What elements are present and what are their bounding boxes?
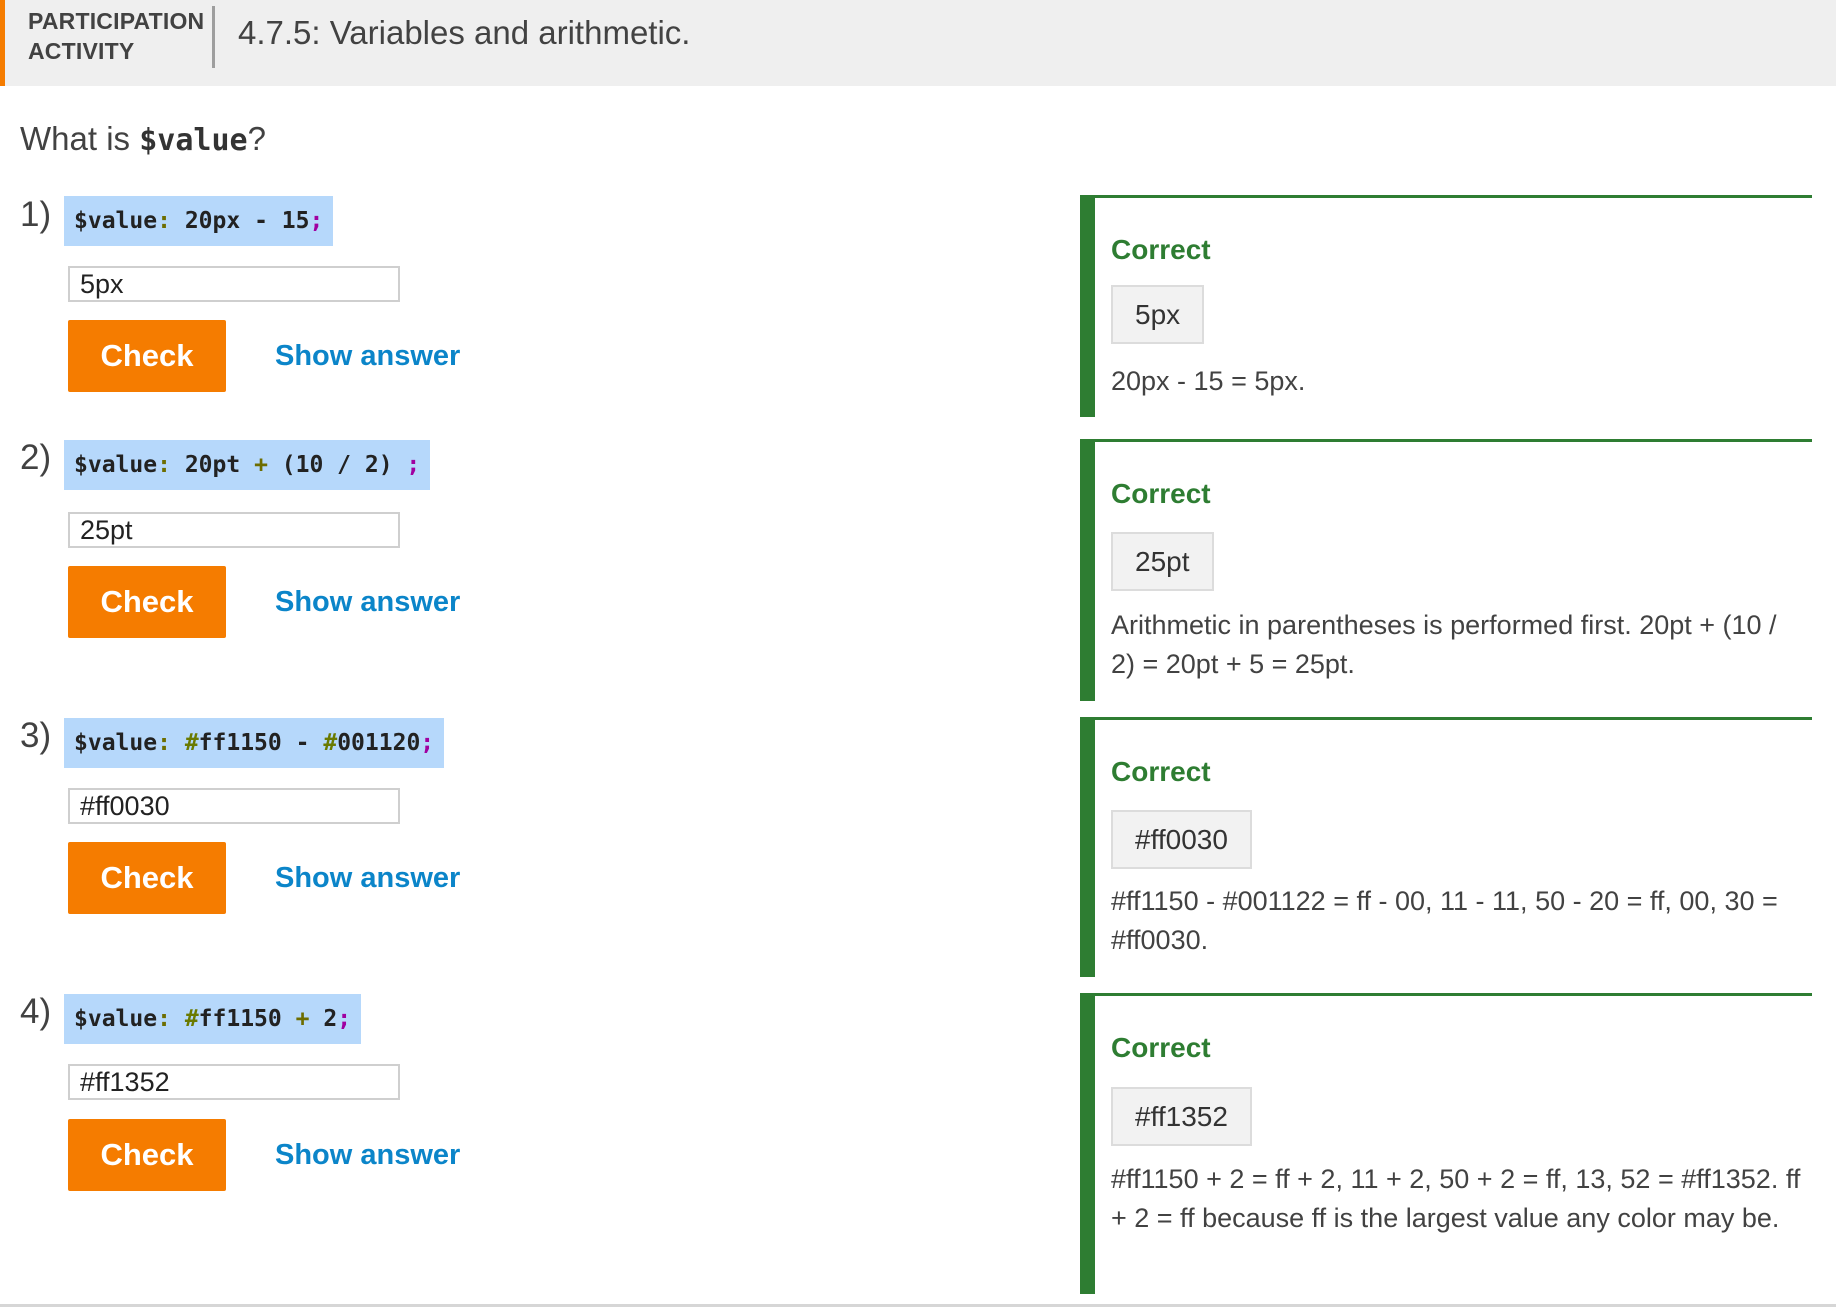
code-hash: # bbox=[323, 730, 338, 756]
code-snippet: $value: 20px - 15; bbox=[64, 196, 334, 246]
answer-chip: #ff0030 bbox=[1111, 810, 1252, 869]
code-operator: + bbox=[295, 1006, 310, 1032]
code-operator: - bbox=[254, 208, 268, 234]
activity-header: PARTICIPATION ACTIVITY 4.7.5: Variables … bbox=[0, 0, 1836, 86]
code-operand-a: ff1150 bbox=[198, 1006, 282, 1032]
show-answer-button[interactable]: Show answer bbox=[275, 1119, 460, 1191]
code-semicolon: ; bbox=[337, 1006, 352, 1032]
prompt-suffix: ? bbox=[247, 120, 266, 157]
code-operand-b: 2 bbox=[323, 1006, 338, 1032]
answer-input[interactable] bbox=[68, 266, 400, 302]
code-operand-b: 15 bbox=[281, 208, 310, 234]
code-colon: : bbox=[157, 1006, 171, 1032]
code-operand-b: 001120 bbox=[337, 730, 421, 756]
show-answer-button[interactable]: Show answer bbox=[275, 566, 460, 638]
feedback-status: Correct bbox=[1111, 756, 1211, 787]
activity-kind-label: PARTICIPATION ACTIVITY bbox=[28, 8, 205, 64]
code-variable: $value bbox=[74, 452, 158, 478]
answer-input[interactable] bbox=[68, 788, 400, 824]
feedback-explanation: Arithmetic in parentheses is performed f… bbox=[1111, 610, 1777, 679]
feedback-panel: Correct #ff0030 #ff1150 - #001122 = ff -… bbox=[1080, 717, 1812, 977]
code-snippet: $value: #ff1150 + 2; bbox=[64, 994, 362, 1044]
code-semicolon: ; bbox=[309, 208, 324, 234]
check-button[interactable]: Check bbox=[68, 566, 226, 638]
feedback-panel: Correct #ff1352 #ff1150 + 2 = ff + 2, 11… bbox=[1080, 993, 1812, 1294]
prompt-code: $value bbox=[139, 123, 248, 158]
answer-chip: 5px bbox=[1111, 285, 1205, 344]
feedback-explanation: #ff1150 + 2 = ff + 2, 11 + 2, 50 + 2 = f… bbox=[1111, 1164, 1801, 1233]
feedback-explanation: 20px - 15 = 5px. bbox=[1111, 366, 1306, 396]
answer-input[interactable] bbox=[68, 1064, 400, 1100]
question-number: 2) bbox=[20, 438, 52, 477]
feedback-status: Correct bbox=[1111, 478, 1211, 509]
code-semicolon: ; bbox=[420, 730, 435, 756]
code-colon: : bbox=[157, 730, 171, 756]
code-colon: : bbox=[157, 208, 171, 234]
check-button[interactable]: Check bbox=[68, 320, 226, 392]
section-bottom-divider bbox=[0, 1304, 1836, 1307]
activity-title: 4.7.5: Variables and arithmetic. bbox=[238, 14, 691, 51]
code-operand-a: 20pt bbox=[184, 452, 241, 478]
question-number: 3) bbox=[20, 716, 52, 755]
header-divider bbox=[212, 6, 215, 68]
code-semicolon: ; bbox=[406, 452, 421, 478]
code-operand-a: ff1150 bbox=[198, 730, 282, 756]
code-variable: $value bbox=[74, 730, 158, 756]
show-answer-button[interactable]: Show answer bbox=[275, 842, 460, 914]
code-operator: - bbox=[295, 730, 310, 756]
question-prompt: What is $value? bbox=[20, 120, 266, 158]
code-variable: $value bbox=[74, 208, 158, 234]
code-operator: + bbox=[254, 452, 268, 478]
question-number: 4) bbox=[20, 992, 52, 1031]
check-button[interactable]: Check bbox=[68, 842, 226, 914]
feedback-explanation: #ff1150 - #001122 = ff - 00, 11 - 11, 50… bbox=[1111, 886, 1778, 955]
code-operand-a: 20px bbox=[184, 208, 241, 234]
check-button[interactable]: Check bbox=[68, 1119, 226, 1191]
prompt-text: What is bbox=[20, 120, 140, 157]
feedback-panel: Correct 5px 20px - 15 = 5px. bbox=[1080, 195, 1812, 417]
code-snippet: $value: 20pt + (10 / 2) ; bbox=[64, 440, 431, 490]
feedback-panel: Correct 25pt Arithmetic in parentheses i… bbox=[1080, 439, 1812, 701]
code-colon: : bbox=[157, 452, 171, 478]
code-hash: # bbox=[184, 730, 199, 756]
feedback-status: Correct bbox=[1111, 1032, 1211, 1063]
answer-chip: #ff1352 bbox=[1111, 1087, 1252, 1146]
code-variable: $value bbox=[74, 1006, 158, 1032]
show-answer-button[interactable]: Show answer bbox=[275, 320, 460, 392]
question-number: 1) bbox=[20, 195, 52, 234]
code-snippet: $value: #ff1150 - #001120; bbox=[64, 718, 445, 768]
code-operand-b: (10 / 2) bbox=[281, 452, 393, 478]
answer-input[interactable] bbox=[68, 512, 400, 548]
code-hash: # bbox=[184, 1006, 199, 1032]
answer-chip: 25pt bbox=[1111, 532, 1214, 591]
feedback-status: Correct bbox=[1111, 234, 1211, 265]
